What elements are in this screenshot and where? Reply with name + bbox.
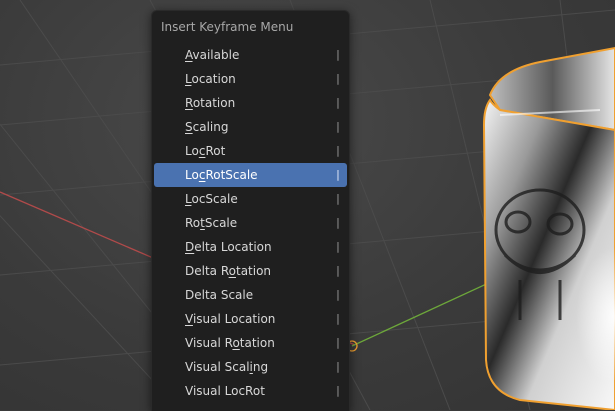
label-text: tation xyxy=(235,264,272,278)
menu-item[interactable]: Scaling | xyxy=(154,115,347,139)
menu-item-label: Visual Rotation xyxy=(185,331,275,355)
menu-item-label: LocRotScale xyxy=(185,163,258,187)
label-text: Scale xyxy=(204,216,238,230)
menu-item-label: LocScale xyxy=(185,187,238,211)
label-text: Visual R xyxy=(185,336,233,350)
menu-item-label: Visual LocRot xyxy=(185,379,265,403)
label-text: ocScale xyxy=(191,192,238,206)
accelerator-letter: D xyxy=(185,240,195,254)
shortcut-hint: | xyxy=(336,360,340,373)
label-text: Ro xyxy=(185,216,201,230)
shortcut-hint: | xyxy=(336,264,340,277)
label-text: Delta R xyxy=(185,264,229,278)
menu-item-label: Scaling xyxy=(185,115,228,139)
menu-item-label: Visual Location xyxy=(185,307,275,331)
shortcut-hint: | xyxy=(336,144,340,157)
shortcut-hint: | xyxy=(336,48,340,61)
chrome-cube-object xyxy=(482,46,615,410)
accelerator-letter: o xyxy=(228,264,236,278)
menu-item[interactable]: Visual Location | xyxy=(154,307,347,331)
menu-item[interactable]: Rotation | xyxy=(154,91,347,115)
shortcut-hint: | xyxy=(336,168,340,181)
menu-item-label: Rotation xyxy=(185,91,235,115)
menu-item[interactable]: Delta Rotation | xyxy=(154,259,347,283)
shortcut-hint: | xyxy=(336,96,340,109)
label-text: otation xyxy=(192,96,236,110)
shortcut-hint: | xyxy=(336,240,340,253)
shortcut-hint: | xyxy=(336,72,340,85)
menu-items: Available | Location | Rotation | Scaling | LocR… xyxy=(152,43,349,403)
label-text: Lo xyxy=(185,144,199,158)
menu-item[interactable]: Location | xyxy=(154,67,347,91)
menu-item[interactable]: Visual LocRot | xyxy=(154,379,347,403)
menu-item[interactable]: Visual Rotation | xyxy=(154,331,347,355)
menu-item-label: Available xyxy=(185,43,239,67)
label-text: Delta Scale xyxy=(185,288,254,302)
accelerator-letter: R xyxy=(185,96,193,110)
label-text: elta Location xyxy=(194,240,272,254)
menu-item[interactable]: Available | xyxy=(154,43,347,67)
accelerator-letter: S xyxy=(185,120,193,134)
menu-item-label: Delta Scale xyxy=(185,283,253,307)
menu-item[interactable]: Delta Location | xyxy=(154,235,347,259)
menu-title: Insert Keyframe Menu xyxy=(161,20,294,34)
menu-item[interactable]: LocRot | xyxy=(154,139,347,163)
label-text: ocation xyxy=(191,72,236,86)
menu-item[interactable]: Delta Scale | xyxy=(154,283,347,307)
insert-keyframe-menu: Insert Keyframe Menu Available | Location |… xyxy=(151,10,350,411)
label-text: Lo xyxy=(185,168,199,182)
menu-item-label: Visual Scaling xyxy=(185,355,268,379)
label-text: ng xyxy=(252,360,269,374)
menu-item[interactable]: LocScale | xyxy=(154,187,347,211)
label-text: Visual LocRot xyxy=(185,384,265,398)
label-text: isual Location xyxy=(192,312,276,326)
label-text: vailable xyxy=(192,48,240,62)
accelerator-letter: A xyxy=(185,48,193,62)
accelerator-letter: o xyxy=(232,336,240,350)
menu-item[interactable]: LocRotScale | xyxy=(154,163,347,187)
menu-item-label: LocRot xyxy=(185,139,225,163)
menu-item-label: RotScale xyxy=(185,211,237,235)
menu-item-label: Delta Rotation xyxy=(185,259,271,283)
shortcut-hint: | xyxy=(336,216,340,229)
menu-item[interactable]: Visual Scaling | xyxy=(154,355,347,379)
menu-item-label: Delta Location xyxy=(185,235,272,259)
shortcut-hint: | xyxy=(336,120,340,133)
shortcut-hint: | xyxy=(336,192,340,205)
shortcut-hint: | xyxy=(336,336,340,349)
label-text: Rot xyxy=(205,144,226,158)
label-text: Visual Scal xyxy=(185,360,250,374)
menu-item[interactable]: RotScale | xyxy=(154,211,347,235)
menu-item-label: Location xyxy=(185,67,236,91)
shortcut-hint: | xyxy=(336,288,340,301)
shortcut-hint: | xyxy=(336,312,340,325)
shortcut-hint: | xyxy=(336,384,340,397)
label-text: tation xyxy=(239,336,275,350)
accelerator-letter: V xyxy=(185,312,193,326)
label-text: RotScale xyxy=(205,168,258,182)
label-text: caling xyxy=(192,120,229,134)
